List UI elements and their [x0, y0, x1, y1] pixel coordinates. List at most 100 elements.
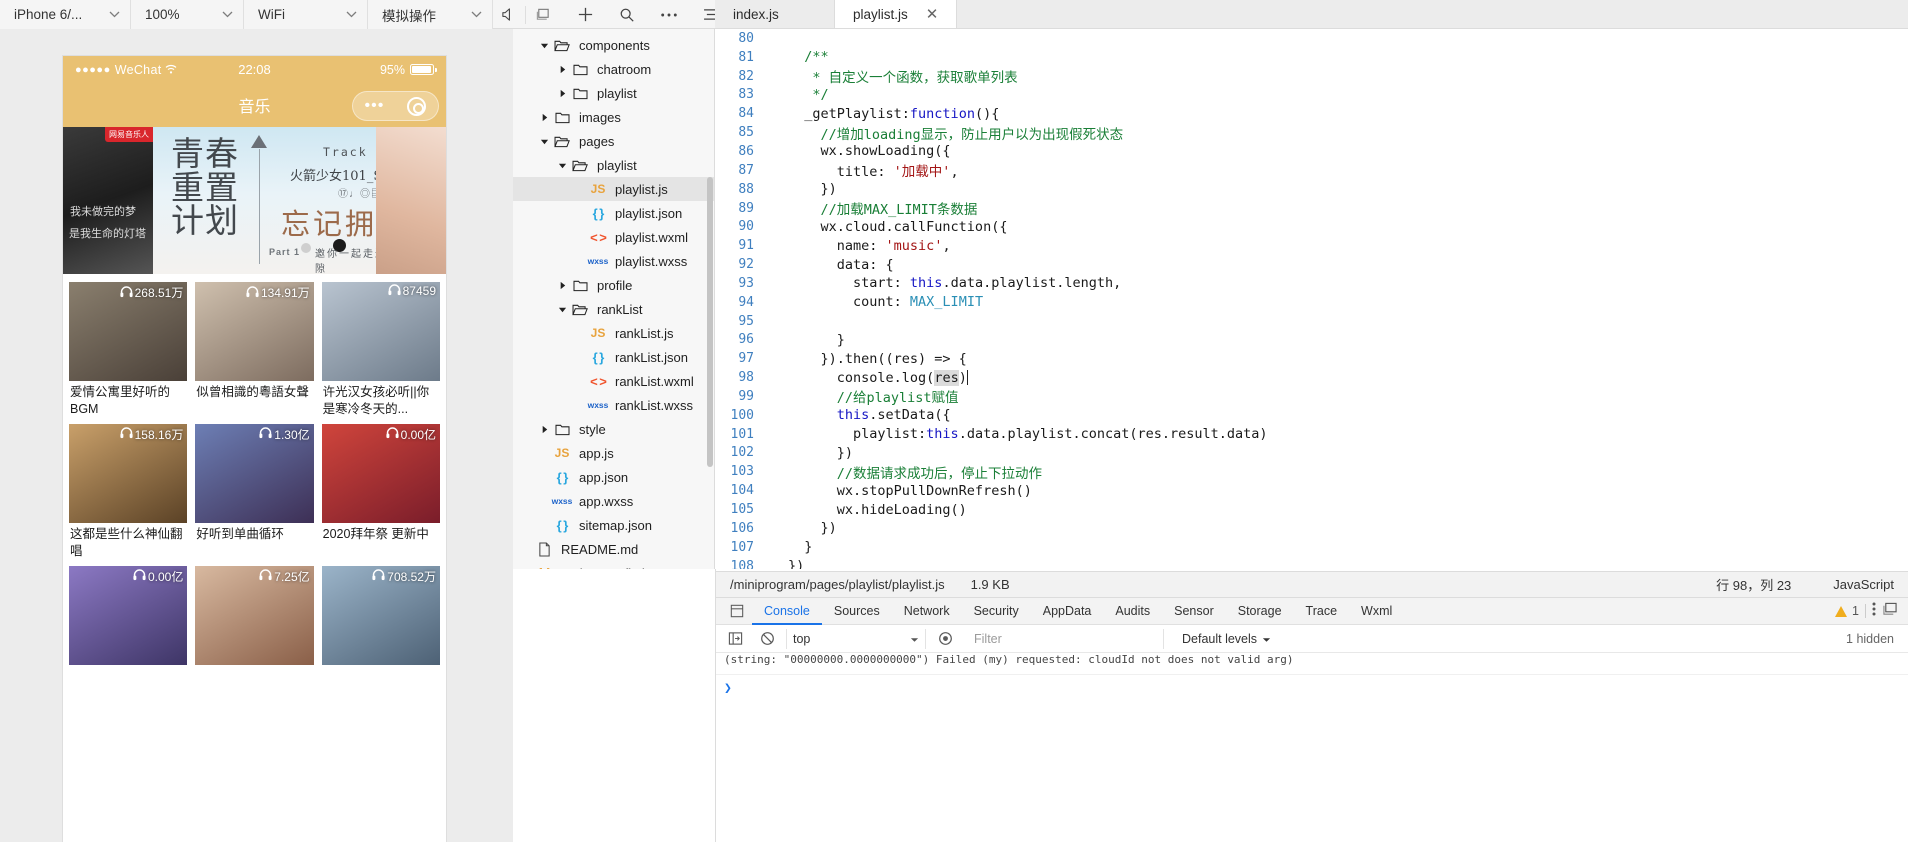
chevron-down-icon[interactable]: [537, 41, 551, 50]
playlist-card[interactable]: 158.16万 这都是些什么神仙翻唱: [69, 423, 188, 560]
file-tree-folder[interactable]: rankList: [513, 297, 714, 321]
code-line[interactable]: 105 wx.hideLoading(): [716, 500, 1908, 519]
close-icon[interactable]: ✕: [926, 7, 939, 22]
plus-icon[interactable]: [570, 0, 600, 29]
code-line[interactable]: 90 wx.cloud.callFunction({: [716, 217, 1908, 236]
chevron-right-icon[interactable]: [537, 113, 551, 122]
code-line[interactable]: 89 //加载MAX_LIMIT条数据: [716, 199, 1908, 219]
device-select[interactable]: iPhone 6/...: [0, 0, 131, 29]
clear-console-icon[interactable]: [754, 626, 780, 652]
volume-icon[interactable]: [493, 0, 523, 29]
chevron-right-icon[interactable]: [555, 281, 569, 290]
code-line[interactable]: 97 }).then((res) => {: [716, 349, 1908, 368]
code-line[interactable]: 83 */: [716, 86, 1908, 105]
devtools-tab-appdata[interactable]: AppData: [1031, 598, 1104, 625]
file-tree-folder[interactable]: images: [513, 105, 714, 129]
file-tree-file[interactable]: < > rankList.wxml: [513, 369, 714, 393]
console-context-select[interactable]: top: [786, 628, 926, 649]
file-tree-file[interactable]: < > playlist.wxml: [513, 225, 714, 249]
code-line[interactable]: 82 * 自定义一个函数，获取歌单列表: [716, 67, 1908, 87]
file-tree-file[interactable]: README.md: [513, 537, 714, 561]
console-eye-icon[interactable]: [932, 626, 958, 652]
code-line[interactable]: 106 }): [716, 519, 1908, 538]
file-tree-folder[interactable]: pages: [513, 129, 714, 153]
file-tree-file[interactable]: JS playlist.js: [513, 177, 714, 201]
simulate-action-select[interactable]: 模拟操作: [368, 0, 493, 29]
file-explorer-scrollbar[interactable]: [707, 177, 713, 467]
file-tree-folder[interactable]: playlist: [513, 153, 714, 177]
playlist-card[interactable]: 0.00亿: [69, 565, 188, 668]
code-line[interactable]: 108}): [716, 557, 1908, 569]
code-line[interactable]: 85 //增加loading显示，防止用户以为出现假死状态: [716, 123, 1908, 143]
file-tree-file[interactable]: wxss app.wxss: [513, 489, 714, 513]
console-input-prompt[interactable]: ❯: [716, 675, 1908, 702]
search-icon[interactable]: [612, 0, 642, 29]
more-icon[interactable]: [654, 0, 684, 29]
inspect-element-icon[interactable]: [722, 598, 752, 625]
devtools-tab-security[interactable]: Security: [962, 598, 1031, 625]
code-line[interactable]: 94 count: MAX_LIMIT: [716, 293, 1908, 312]
code-line[interactable]: 87 title: '加载中',: [716, 161, 1908, 181]
chevron-right-icon[interactable]: [537, 425, 551, 434]
code-line[interactable]: 80: [716, 29, 1908, 48]
code-line[interactable]: 101 playlist:this.data.playlist.concat(r…: [716, 425, 1908, 444]
capsule-close-icon[interactable]: [407, 96, 427, 116]
code-line[interactable]: 81 /**: [716, 48, 1908, 67]
warning-count[interactable]: 1: [1835, 604, 1859, 618]
editor-tab-playlist-js[interactable]: playlist.js ✕: [835, 0, 958, 28]
devtools-tab-sensor[interactable]: Sensor: [1162, 598, 1226, 625]
console-sidebar-toggle-icon[interactable]: [722, 626, 748, 652]
playlist-card[interactable]: 1.30亿 好听到单曲循环: [195, 423, 314, 560]
devtools-tab-sources[interactable]: Sources: [822, 598, 892, 625]
editor-tab-index-js[interactable]: index.js: [715, 0, 835, 28]
devtools-tab-storage[interactable]: Storage: [1226, 598, 1294, 625]
code-line[interactable]: 86 wx.showLoading({: [716, 142, 1908, 161]
file-tree-folder[interactable]: components: [513, 33, 714, 57]
chevron-down-icon[interactable]: [555, 161, 569, 170]
phone-simulator[interactable]: ●●●●● WeChat 22:08 95% 音乐 ••• 网易音乐人 我未做完…: [63, 56, 446, 842]
file-tree-folder[interactable]: chatroom: [513, 57, 714, 81]
chevron-right-icon[interactable]: [555, 65, 569, 74]
promo-banner[interactable]: 网易音乐人 我未做完的梦 是我生命的灯塔 青重计 春置划 Track 06 火箭…: [63, 127, 446, 274]
console-levels-select[interactable]: Default levels: [1170, 632, 1271, 646]
file-tree-file[interactable]: JS rankList.js: [513, 321, 714, 345]
code-line[interactable]: 100 this.setData({: [716, 406, 1908, 425]
playlist-card[interactable]: 134.91万 似曾相識的粵語女聲: [195, 282, 314, 418]
network-select[interactable]: WiFi: [244, 0, 368, 29]
code-line[interactable]: 96 }: [716, 331, 1908, 350]
devtools-tab-trace[interactable]: Trace: [1294, 598, 1350, 625]
code-line[interactable]: 84 _getPlaylist:function(){: [716, 104, 1908, 123]
file-tree-file[interactable]: { } app.json: [513, 465, 714, 489]
file-tree-file[interactable]: { } playlist.json: [513, 201, 714, 225]
chevron-down-icon[interactable]: [537, 137, 551, 146]
file-tree-file[interactable]: { } sitemap.json: [513, 513, 714, 537]
playlist-card[interactable]: 0.00亿 2020拜年祭 更新中: [321, 423, 440, 560]
file-tree-file[interactable]: { } rankList.json: [513, 345, 714, 369]
playlist-card[interactable]: 708.52万: [321, 565, 440, 668]
devtools-more-icon[interactable]: [1872, 601, 1876, 622]
devtools-tab-console[interactable]: Console: [752, 598, 822, 625]
code-line[interactable]: 95: [716, 312, 1908, 331]
chevron-down-icon[interactable]: [555, 305, 569, 314]
code-line[interactable]: 92 data: {: [716, 255, 1908, 274]
file-tree-folder[interactable]: style: [513, 417, 714, 441]
code-line[interactable]: 103 //数据请求成功后，停止下拉动作: [716, 462, 1908, 482]
code-line[interactable]: 93 start: this.data.playlist.length,: [716, 274, 1908, 293]
code-line[interactable]: 102 }): [716, 444, 1908, 463]
code-line[interactable]: 91 name: 'music',: [716, 236, 1908, 255]
playlist-card[interactable]: 7.25亿: [195, 565, 314, 668]
code-editor[interactable]: 80 81 /** 82 * 自定义一个函数，获取歌单列表 83 */84 _getP…: [716, 29, 1908, 569]
file-explorer[interactable]: components chatroom playlist images pages pla…: [513, 29, 715, 569]
playlist-card[interactable]: 268.51万 爱情公寓里好听的BGM: [69, 282, 188, 418]
wechat-capsule-button[interactable]: •••: [352, 91, 439, 121]
chevron-right-icon[interactable]: [555, 89, 569, 98]
code-line[interactable]: 104 wx.stopPullDownRefresh(): [716, 481, 1908, 500]
file-tree-file[interactable]: wxss playlist.wxss: [513, 249, 714, 273]
devtools-tab-audits[interactable]: Audits: [1103, 598, 1162, 625]
file-tree-file[interactable]: {o}project.config.json: [513, 561, 714, 570]
code-line[interactable]: 99 //给playlist赋值: [716, 387, 1908, 407]
window-icon[interactable]: [528, 0, 558, 29]
devtools-tab-network[interactable]: Network: [892, 598, 962, 625]
language-mode-label[interactable]: JavaScript: [1833, 577, 1894, 592]
file-tree-file[interactable]: JS app.js: [513, 441, 714, 465]
